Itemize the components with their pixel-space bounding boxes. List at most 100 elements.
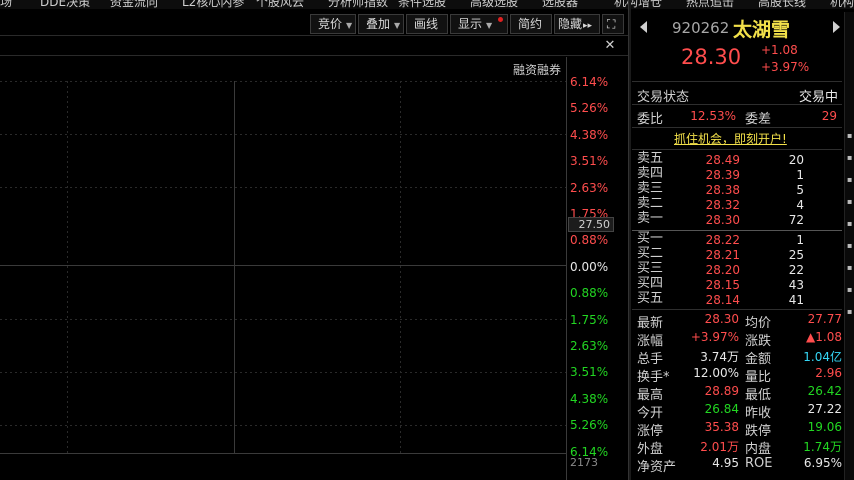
divider <box>632 149 842 150</box>
scroll-marker-icon: ▪ <box>847 153 853 162</box>
percent-axis-label: 4.38% <box>570 392 609 406</box>
double-chevron-right-icon: ▸▸ <box>583 21 593 31</box>
side-scrollbar[interactable]: ▪ ▪ ▪ ▪ ▪ ▪ ▪ ▪ ▪ <box>844 12 854 480</box>
chart-toolbar: 竞价 ▼ 叠加 ▼ 画线 显示 ▼ 简约 隐藏▸▸ ⛶ <box>0 12 628 36</box>
order-quantity: 43 <box>788 278 804 292</box>
notification-dot-icon <box>498 17 503 22</box>
trade-status-label: 交易状态 <box>637 90 690 105</box>
panel-divider[interactable] <box>628 0 631 480</box>
simple-mode-label: 简约 <box>518 17 543 31</box>
price-marker: 27.50 <box>568 217 614 232</box>
percent-axis-label: 2.63% <box>570 339 609 353</box>
display-label: 显示 <box>458 17 483 31</box>
top-menu-item[interactable]: DDE决策 <box>40 0 90 9</box>
sell-order-row[interactable]: 卖一 28.30 72 <box>632 211 842 228</box>
volume-label: 2173 <box>570 456 598 469</box>
percent-axis-label: 5.26% <box>570 101 609 115</box>
order-price: 28.49 <box>705 153 740 167</box>
stat-value: 12.00% <box>693 366 739 380</box>
buy-order-row[interactable]: 买二 28.21 25 <box>632 247 842 263</box>
next-stock-icon[interactable] <box>833 21 840 33</box>
top-menu-item[interactable]: 高股长线 <box>758 0 806 9</box>
stat-value: 4.95 <box>712 456 739 470</box>
trade-status-value: 交易中 <box>799 90 839 105</box>
chevron-down-icon: ▼ <box>394 21 401 30</box>
sell-order-row[interactable]: 卖四 28.39 1 <box>632 167 842 183</box>
order-price: 28.21 <box>705 248 740 262</box>
stat-label: 均价 <box>745 316 772 331</box>
divider <box>632 104 842 105</box>
top-menu-item[interactable]: 个股风云 <box>256 0 304 9</box>
top-menu-item[interactable]: 高级选股 <box>470 0 518 9</box>
margin-trading-label[interactable]: 融资融券 <box>513 61 561 78</box>
sell-order-row[interactable]: 卖三 28.38 5 <box>632 182 842 198</box>
buy-order-row[interactable]: 买五 28.14 41 <box>632 292 842 308</box>
order-price: 28.30 <box>705 213 740 227</box>
order-level-label: 卖一 <box>637 211 664 226</box>
buy-order-row[interactable]: 买三 28.20 22 <box>632 261 842 278</box>
top-menu-item[interactable]: 机构 <box>830 0 854 9</box>
top-menu-item[interactable]: 热点追击 <box>686 0 734 9</box>
hide-button[interactable]: 隐藏▸▸ <box>554 14 600 34</box>
order-price: 28.14 <box>705 293 740 307</box>
fullscreen-button[interactable]: ⛶ <box>602 14 624 34</box>
scroll-marker-icon: ▪ <box>847 131 853 140</box>
bidding-label: 竞价 <box>318 17 343 31</box>
stock-code: 920262 <box>672 19 730 37</box>
price-change: +1.08 <box>761 43 798 57</box>
sell-order-row[interactable]: 卖二 28.32 4 <box>632 197 842 213</box>
weibi-value: 12.53% <box>690 109 736 123</box>
draw-line-button[interactable]: 画线 <box>406 14 448 34</box>
overlay-button[interactable]: 叠加 ▼ <box>358 14 404 34</box>
stat-label: 金额 <box>745 352 772 367</box>
display-button[interactable]: 显示 ▼ <box>450 14 508 34</box>
stat-label: ROE <box>745 456 773 471</box>
current-price: 28.30 <box>681 45 742 69</box>
divider <box>632 81 842 82</box>
order-quantity: 20 <box>788 153 804 167</box>
percent-axis-label: 3.51% <box>570 365 609 379</box>
stat-value: ▲1.08 <box>806 330 842 344</box>
previous-stock-icon[interactable] <box>640 21 647 33</box>
open-account-link[interactable]: 抓住机会，即刻开户! <box>674 130 787 147</box>
bidding-button[interactable]: 竞价 ▼ <box>310 14 356 34</box>
order-level-label: 买三 <box>637 261 664 276</box>
top-menu-item[interactable]: 条件选股 <box>398 0 446 9</box>
stat-value: 26.42 <box>807 384 842 398</box>
close-icon[interactable]: ✕ <box>603 37 617 55</box>
scroll-marker-icon: ▪ <box>847 263 853 272</box>
stat-label: 总手 <box>637 352 664 367</box>
sell-order-row[interactable]: 卖五 28.49 20 <box>632 151 842 168</box>
order-price: 28.38 <box>705 183 740 197</box>
top-menu-item[interactable]: 选股器 <box>542 0 578 9</box>
scroll-marker-icon: ▪ <box>847 197 853 206</box>
top-menu-item[interactable]: 分析师指数 <box>328 0 388 9</box>
top-menu-item[interactable]: 资金流向 <box>110 0 158 9</box>
top-menu-item[interactable]: 场 <box>0 0 12 9</box>
order-quantity: 1 <box>796 168 804 182</box>
stat-label: 跌停 <box>745 424 772 439</box>
percent-axis-label: 5.26% <box>570 418 609 432</box>
buy-order-row[interactable]: 买一 28.22 1 <box>632 231 842 248</box>
chevron-down-icon: ▼ <box>346 21 353 30</box>
order-level-label: 买一 <box>637 231 664 246</box>
percent-axis-label: 6.14% <box>570 75 609 89</box>
top-menu-item[interactable]: L2核心内参 <box>182 0 244 9</box>
stat-value: +3.97% <box>690 330 739 344</box>
buy-order-row[interactable]: 买四 28.15 43 <box>632 277 842 293</box>
hide-label: 隐藏 <box>558 17 583 31</box>
percent-axis-label: 2.63% <box>570 181 609 195</box>
order-quantity: 25 <box>788 248 804 262</box>
overlay-label: 叠加 <box>366 17 391 31</box>
stat-label: 外盘 <box>637 442 664 457</box>
order-quantity: 72 <box>788 213 804 227</box>
stat-value: 26.84 <box>704 402 739 416</box>
simple-mode-button[interactable]: 简约 <box>510 14 552 34</box>
weicha-label: 委差 <box>745 112 772 127</box>
order-level-label: 卖五 <box>637 151 664 166</box>
top-menu-item[interactable]: 机构增仓 <box>614 0 662 9</box>
weibi-label: 委比 <box>637 112 664 127</box>
stat-label: 最低 <box>745 388 772 403</box>
stat-label: 最高 <box>637 388 664 403</box>
order-price: 28.22 <box>705 233 740 247</box>
